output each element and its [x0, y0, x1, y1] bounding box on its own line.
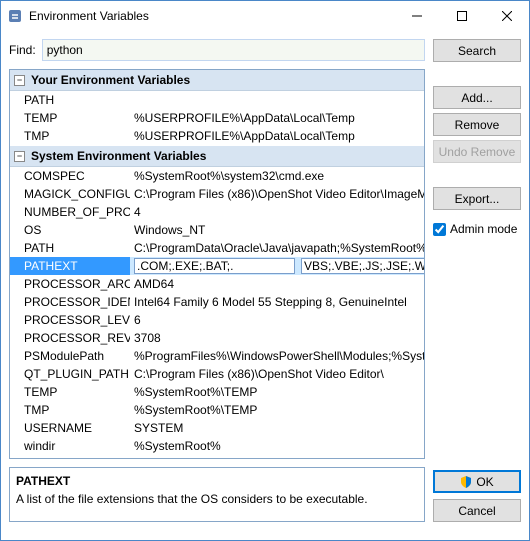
table-row[interactable]: TMP%USERPROFILE%\AppData\Local\Temp	[10, 127, 424, 145]
table-row[interactable]: PATHC:\ProgramData\Oracle\Java\javapath;…	[10, 239, 424, 257]
var-name: PATHEXT	[10, 257, 130, 275]
var-name: NUMBER_OF_PROCESSORS	[10, 203, 130, 221]
collapse-icon[interactable]: −	[14, 151, 25, 162]
var-name: PROCESSOR_IDENTIFIER	[10, 293, 130, 311]
remove-button[interactable]: Remove	[433, 113, 521, 136]
table-row[interactable]: USERNAMESYSTEM	[10, 419, 424, 437]
var-name: PSModulePath	[10, 347, 130, 365]
collapse-icon[interactable]: −	[14, 75, 25, 86]
ok-button[interactable]: OK	[433, 470, 521, 493]
description-title: PATHEXT	[16, 474, 418, 488]
var-value: Intel64 Family 6 Model 55 Stepping 8, Ge…	[130, 293, 424, 311]
var-name: MAGICK_CONFIGURE_PATH	[10, 185, 130, 203]
group-user-label: Your Environment Variables	[31, 73, 190, 87]
description-text: A list of the file extensions that the O…	[16, 492, 418, 506]
description-panel: PATHEXT A list of the file extensions th…	[9, 467, 425, 522]
undo-remove-button: Undo Remove	[433, 140, 521, 163]
table-row[interactable]: PATHEXT…	[10, 257, 424, 275]
table-row[interactable]: PROCESSOR_REVISION3708	[10, 329, 424, 347]
search-button[interactable]: Search	[433, 39, 521, 62]
table-row[interactable]: windir%SystemRoot%	[10, 437, 424, 455]
group-system-label: System Environment Variables	[31, 149, 206, 163]
var-name: TEMP	[10, 109, 130, 127]
var-value: %SystemRoot%\TEMP	[130, 401, 424, 419]
close-button[interactable]	[484, 1, 529, 31]
var-name: PATH	[10, 91, 130, 109]
group-system-header[interactable]: − System Environment Variables	[10, 145, 424, 167]
var-name: TMP	[10, 401, 130, 419]
var-value: %SystemRoot%\TEMP	[130, 383, 424, 401]
var-value: C:\ProgramData\Oracle\Java\javapath;%Sys…	[130, 239, 424, 257]
var-name: TEMP	[10, 383, 130, 401]
var-value: C:\Program Files (x86)\OpenShot Video Ed…	[130, 185, 424, 203]
var-value: %USERPROFILE%\AppData\Local\Temp	[130, 127, 424, 145]
var-name: PROCESSOR_LEVEL	[10, 311, 130, 329]
find-label: Find:	[9, 43, 36, 57]
var-name: OS	[10, 221, 130, 239]
export-button[interactable]: Export...	[433, 187, 521, 210]
var-name: PATH	[10, 239, 130, 257]
table-row[interactable]: PROCESSOR_IDENTIFIERIntel64 Family 6 Mod…	[10, 293, 424, 311]
var-value: 3708	[130, 329, 424, 347]
var-value: SYSTEM	[130, 419, 424, 437]
titlebar: Environment Variables	[1, 1, 529, 31]
table-row[interactable]: TMP%SystemRoot%\TEMP	[10, 401, 424, 419]
var-value: AMD64	[130, 275, 424, 293]
group-user-header[interactable]: − Your Environment Variables	[10, 70, 424, 91]
add-button[interactable]: Add...	[433, 86, 521, 109]
variables-table[interactable]: − Your Environment Variables PATHTEMP%US…	[9, 69, 425, 459]
var-value: %ProgramFiles%\WindowsPowerShell\Modules…	[130, 347, 424, 365]
value-input-left[interactable]	[134, 258, 295, 274]
ok-label: OK	[476, 475, 493, 489]
var-value: %SystemRoot%\system32\cmd.exe	[130, 167, 424, 185]
var-name: PROCESSOR_REVISION	[10, 329, 130, 347]
table-row[interactable]: PATH	[10, 91, 424, 109]
var-value	[130, 91, 424, 109]
var-name: PROCESSOR_ARCHITECTURE	[10, 275, 130, 293]
admin-checkbox[interactable]	[433, 223, 446, 236]
table-row[interactable]: PSModulePath%ProgramFiles%\WindowsPowerS…	[10, 347, 424, 365]
var-name: QT_PLUGIN_PATH	[10, 365, 130, 383]
find-input[interactable]	[42, 39, 425, 61]
maximize-button[interactable]	[439, 1, 484, 31]
var-value: Windows_NT	[130, 221, 424, 239]
table-row[interactable]: MAGICK_CONFIGURE_PATHC:\Program Files (x…	[10, 185, 424, 203]
cancel-button[interactable]: Cancel	[433, 499, 521, 522]
table-row[interactable]: TEMP%SystemRoot%\TEMP	[10, 383, 424, 401]
var-name: windir	[10, 437, 130, 455]
var-value: 6	[130, 311, 424, 329]
table-row[interactable]: TEMP%USERPROFILE%\AppData\Local\Temp	[10, 109, 424, 127]
table-row[interactable]: PROCESSOR_ARCHITECTUREAMD64	[10, 275, 424, 293]
admin-label[interactable]: Admin mode	[450, 222, 517, 236]
value-input-right[interactable]	[301, 258, 424, 274]
table-row[interactable]: COMSPEC%SystemRoot%\system32\cmd.exe	[10, 167, 424, 185]
shield-icon	[460, 476, 472, 488]
minimize-button[interactable]	[394, 1, 439, 31]
var-value: C:\Program Files (x86)\OpenShot Video Ed…	[130, 365, 424, 383]
table-row[interactable]: PROCESSOR_LEVEL6	[10, 311, 424, 329]
var-name: COMSPEC	[10, 167, 130, 185]
table-row[interactable]: NUMBER_OF_PROCESSORS4	[10, 203, 424, 221]
var-name: TMP	[10, 127, 130, 145]
var-name: USERNAME	[10, 419, 130, 437]
var-value-editor[interactable]: …	[130, 257, 424, 275]
app-icon	[7, 8, 23, 24]
table-row[interactable]: QT_PLUGIN_PATHC:\Program Files (x86)\Ope…	[10, 365, 424, 383]
var-value: 4	[130, 203, 424, 221]
window-title: Environment Variables	[29, 9, 394, 23]
var-value: %USERPROFILE%\AppData\Local\Temp	[130, 109, 424, 127]
table-row[interactable]: OSWindows_NT	[10, 221, 424, 239]
var-value: %SystemRoot%	[130, 437, 424, 455]
